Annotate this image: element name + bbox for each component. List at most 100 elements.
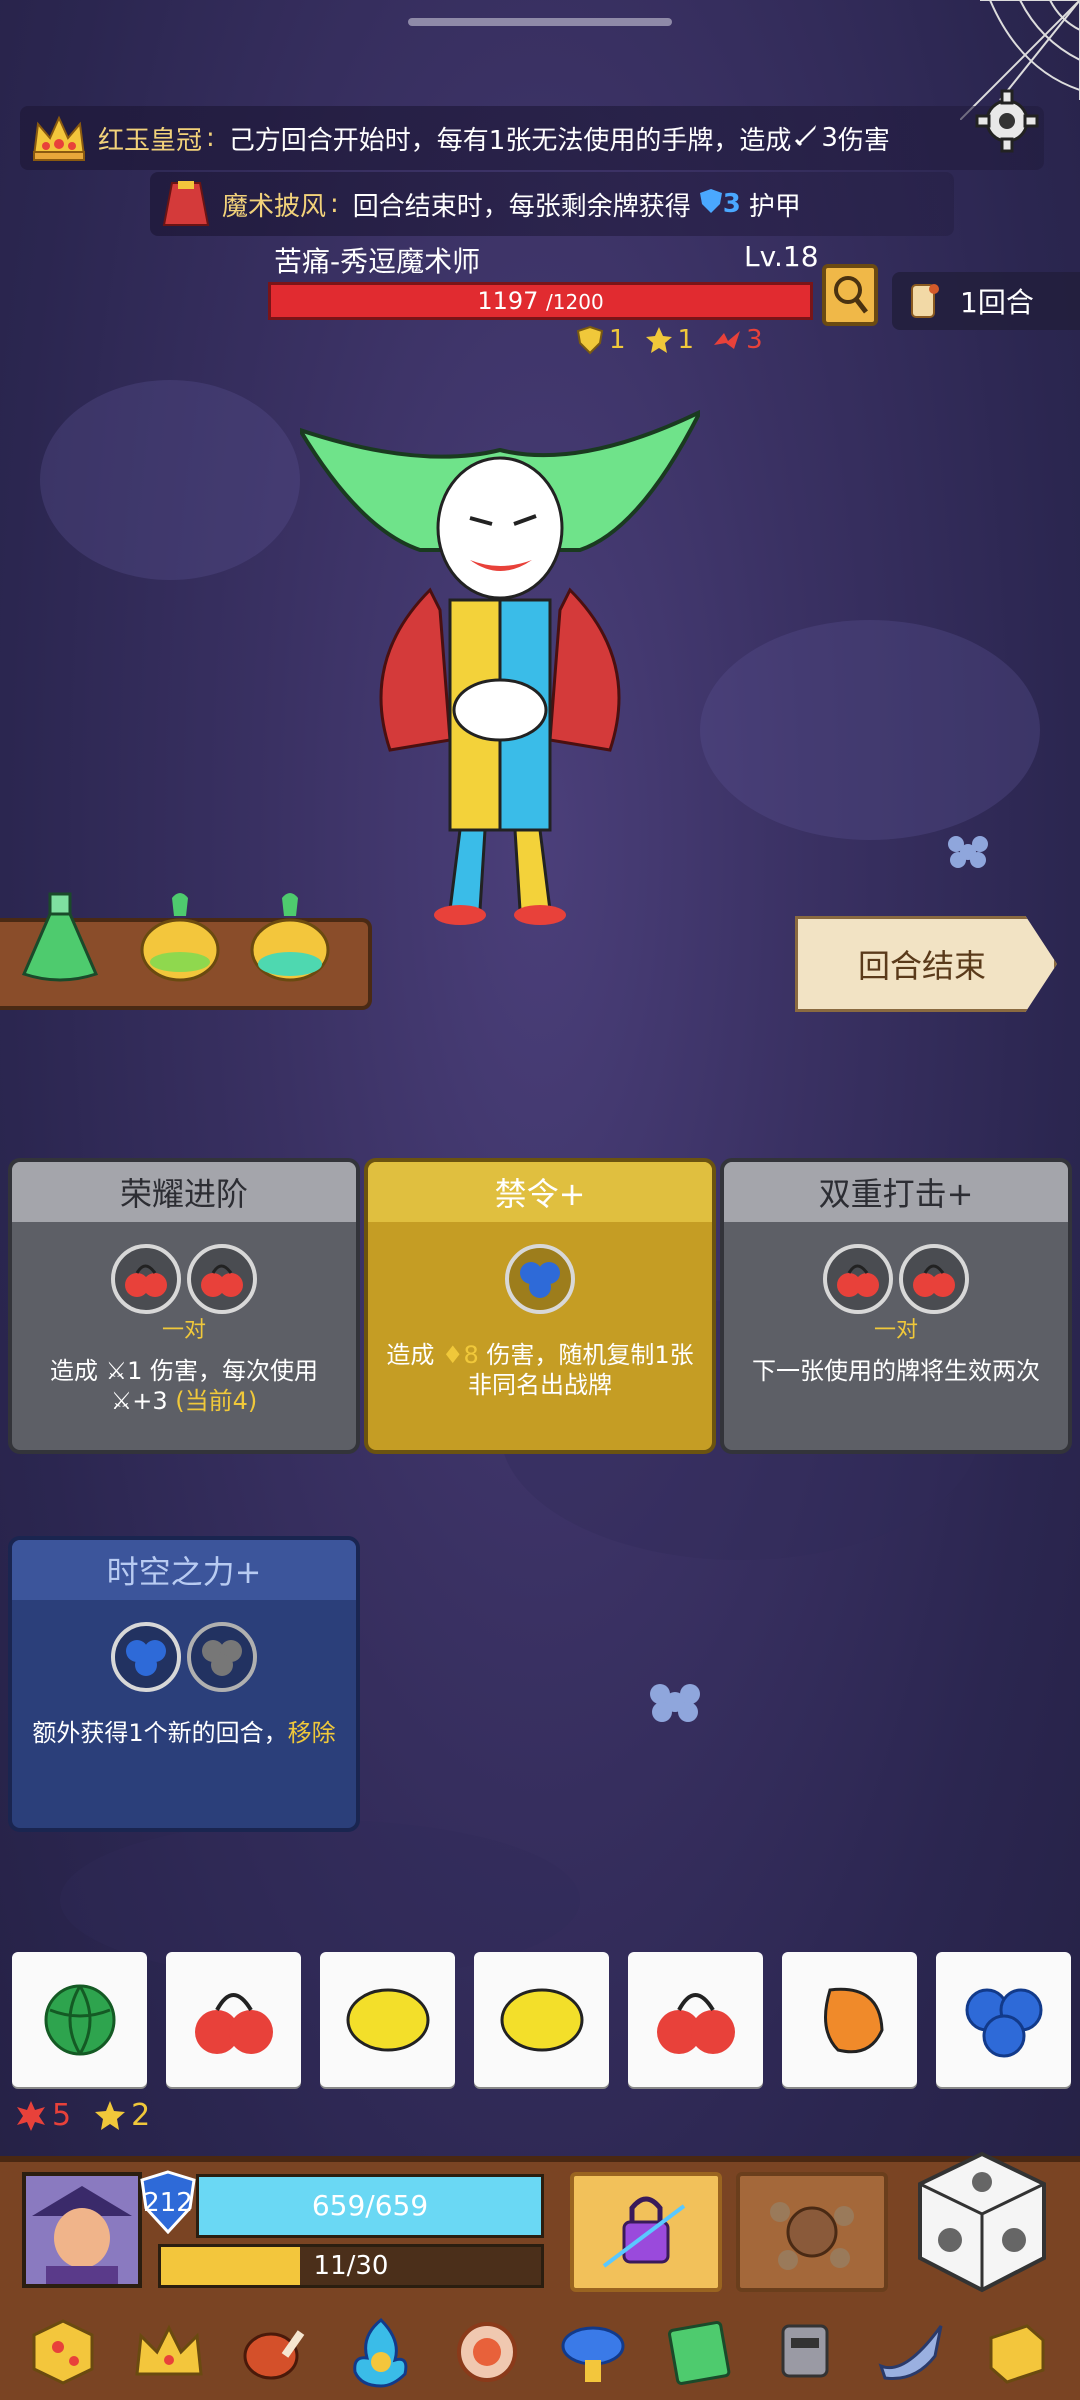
star-status-value: 1 — [677, 325, 695, 355]
magnifier-icon — [834, 276, 868, 314]
cherry-slot[interactable] — [111, 1244, 181, 1314]
blueberry-slot[interactable] — [505, 1244, 575, 1314]
card-time-space-power[interactable]: 时空之力+ 额外获得1个新的回合，移除 — [8, 1536, 360, 1832]
hand-tile-lemon[interactable] — [474, 1952, 609, 2087]
lock-skill-button[interactable] — [570, 2172, 722, 2292]
hand-tile-cherry[interactable] — [166, 1952, 301, 2087]
cherry-icon — [201, 1264, 243, 1297]
cherry-slot[interactable] — [187, 1244, 257, 1314]
burst-counter[interactable]: 5 — [14, 2098, 71, 2133]
cherry-icon — [125, 1264, 167, 1297]
yellow-box-icon[interactable] — [976, 2311, 1058, 2393]
desc-damage-value: 8 — [463, 1341, 487, 1369]
card-title: 双重打击+ — [724, 1162, 1068, 1222]
cape-icon — [160, 179, 212, 229]
crown-icon — [30, 112, 88, 164]
end-turn-button[interactable]: 回合结束 — [795, 916, 1057, 1012]
desc-text: +3 — [132, 1387, 176, 1415]
shield-status-value: 1 — [609, 325, 626, 355]
hand-tile-blueberry[interactable] — [936, 1952, 1071, 2087]
blueberry-icon — [520, 1262, 560, 1298]
watermelon-icon — [44, 1984, 115, 2055]
inspect-enemy-button[interactable] — [822, 264, 878, 326]
cherry-icon — [194, 1992, 273, 2054]
cherry-slot[interactable] — [899, 1244, 969, 1314]
blueberry-icon — [965, 1988, 1042, 2057]
hand-tile-watermelon[interactable] — [12, 1952, 147, 2087]
weakness-status[interactable]: 3 — [712, 325, 763, 355]
shield-status[interactable]: 1 — [575, 325, 626, 355]
green-book-icon[interactable] — [658, 2311, 740, 2393]
relic-row-ruby-crown[interactable]: 红玉皇冠 : 己方回合开始时，每有1张无法使用的手牌，造成 3 伤害 — [20, 106, 1044, 170]
dice-icon — [918, 2151, 1046, 2293]
lemon-icon — [346, 1988, 429, 2051]
green-potion-icon[interactable] — [10, 888, 110, 988]
bomb-skill-button[interactable] — [736, 2172, 888, 2292]
yellow-potion-icon[interactable] — [130, 888, 230, 988]
crown-icon[interactable] — [128, 2311, 210, 2393]
burst-icon — [17, 2100, 45, 2131]
round-counter: 1回合 — [892, 272, 1080, 330]
relic-description: 回合结束时，每张剩余牌获得 — [352, 191, 691, 222]
blueberry-slot[interactable] — [111, 1622, 181, 1692]
explosion-icon — [770, 2202, 854, 2270]
background-rock — [700, 620, 1040, 840]
blue-flame-icon[interactable] — [340, 2311, 422, 2393]
card-description: 造成 ⚔1 伤害，每次使用 ⚔+3 (当前4) — [24, 1356, 344, 1416]
dice-button[interactable] — [912, 2148, 1052, 2296]
cherry-icon — [656, 1992, 735, 2054]
enemy-status-effects: 1 1 3 — [575, 325, 763, 355]
card-title: 时空之力+ — [12, 1540, 356, 1600]
player-hp-bar: 659/659 — [196, 2174, 544, 2238]
lemon-icon — [500, 1988, 583, 2051]
relic-description: 己方回合开始时，每有1张无法使用的手牌，造成 — [228, 125, 792, 156]
hand-tile-mango[interactable] — [782, 1952, 917, 2087]
relic-name: 红玉皇冠 — [98, 125, 203, 156]
hand-tile-cherry[interactable] — [628, 1952, 763, 2087]
blue-flower-decoration — [940, 826, 996, 878]
relic-row-magic-cape[interactable]: 魔术披风 : 回合结束时，每张剩余牌获得 3 护甲 — [150, 172, 954, 236]
shield-status-icon — [576, 325, 604, 355]
blueberry-slot[interactable] — [187, 1622, 257, 1692]
cherry-slot[interactable] — [823, 1244, 893, 1314]
pair-label: 一对 — [873, 1318, 918, 1343]
weakness-status-icon — [714, 331, 741, 349]
weakness-status-value: 3 — [746, 325, 763, 355]
enemy-hp-current: 1197 — [477, 287, 539, 315]
desc-keyword: 移除 — [287, 1719, 336, 1747]
sword-icon: ⚔ — [105, 1357, 128, 1385]
hand-tile-lemon[interactable] — [320, 1952, 455, 2087]
enemy-magician-character[interactable] — [295, 407, 705, 930]
card-double-strike[interactable]: 双重打击+ 一对 下一张使用的牌将生效两次 — [720, 1158, 1072, 1454]
mushroom-icon[interactable] — [552, 2311, 634, 2393]
status-bar-handle — [408, 18, 672, 26]
player-xp-bar: 11/30 — [158, 2244, 544, 2288]
star-status[interactable]: 1 — [644, 325, 695, 355]
card-description: 额外获得1个新的回合，移除 — [24, 1718, 344, 1748]
star-counter[interactable]: 2 — [93, 2098, 150, 2133]
teal-potion-icon[interactable] — [240, 888, 340, 988]
sword-icon — [793, 122, 819, 155]
desc-text: 伤害，随机复制1张非同名出战牌 — [468, 1341, 694, 1399]
card-description: 下一张使用的牌将生效两次 — [752, 1357, 1040, 1385]
card-title: 禁令+ — [368, 1162, 712, 1222]
shield-icon — [699, 188, 723, 221]
player-avatar[interactable] — [22, 2172, 142, 2288]
card-title: 荣耀进阶 — [12, 1162, 356, 1222]
diamond-icon: ♦ — [441, 1341, 464, 1369]
horn-icon[interactable] — [870, 2311, 952, 2393]
relic-damage-unit: 伤害 — [837, 125, 890, 156]
round-label: 1回合 — [960, 286, 1034, 319]
pair-label: 一对 — [161, 1318, 206, 1343]
robot-icon[interactable] — [764, 2311, 846, 2393]
relic-armor-unit: 护甲 — [748, 191, 801, 222]
ring-icon[interactable] — [446, 2311, 528, 2393]
meat-icon[interactable] — [234, 2311, 316, 2393]
cheese-dice-icon[interactable] — [22, 2311, 104, 2393]
scroll-icon — [911, 284, 939, 318]
card-glory-advance[interactable]: 荣耀进阶 一对 造成 ⚔1 伤害，每次使用 ⚔+3 (当前4) — [8, 1158, 360, 1454]
card-prohibition[interactable]: 禁令+ 造成 ♦8 伤害，随机复制1张非同名出战牌 — [364, 1158, 716, 1454]
blueberry-icon — [126, 1640, 166, 1676]
settings-gear-icon[interactable] — [974, 88, 1040, 154]
relic-armor-value: 3 — [722, 189, 741, 219]
